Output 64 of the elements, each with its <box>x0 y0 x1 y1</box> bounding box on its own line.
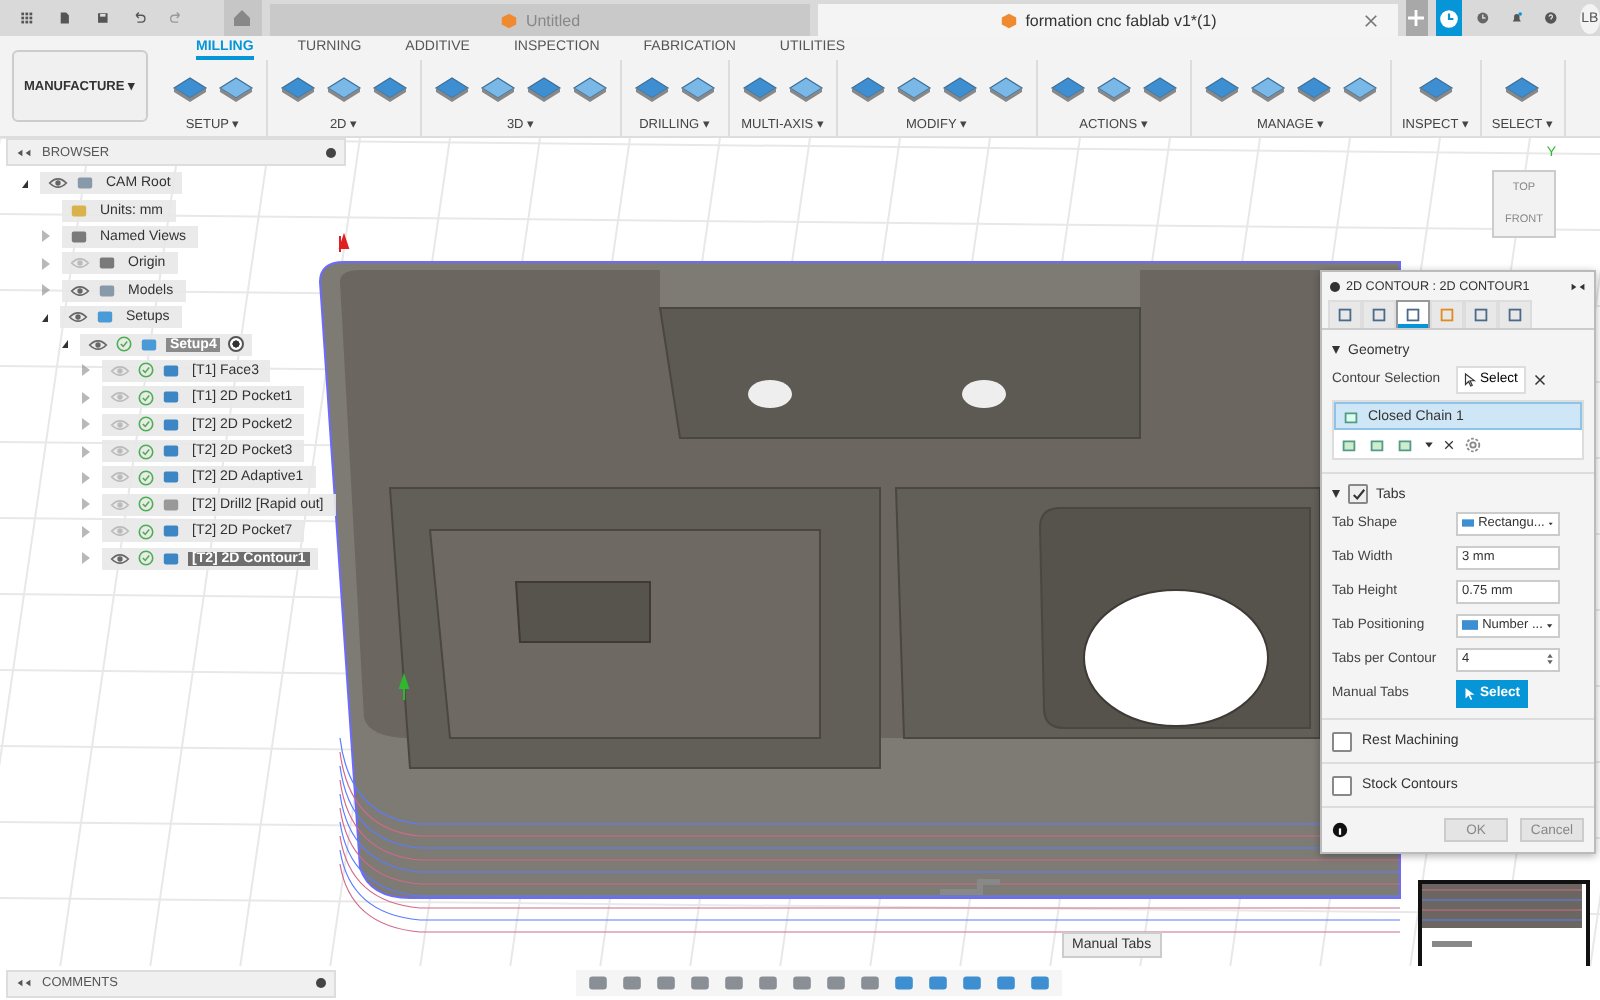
setup-icon <box>140 335 158 354</box>
contour-icon <box>162 549 180 568</box>
cursor-icon <box>1464 685 1476 701</box>
close-icon[interactable] <box>1364 13 1378 27</box>
cursor-icon <box>1464 371 1476 387</box>
document-tab[interactable]: formation cnc fablab v1*(1) <box>818 4 1398 36</box>
expand-icon[interactable] <box>1570 281 1586 291</box>
check-circle-icon <box>138 443 154 460</box>
dialog-tab[interactable] <box>1396 300 1430 328</box>
check-circle-icon <box>138 362 154 379</box>
apps-grid-icon[interactable] <box>20 8 34 28</box>
caret-icon <box>1546 621 1554 629</box>
check-circle-icon <box>138 523 154 540</box>
check-circle-icon <box>138 416 154 433</box>
eye-icon[interactable] <box>68 310 88 325</box>
clear-icon[interactable] <box>1533 373 1546 385</box>
face-icon <box>162 361 180 380</box>
info-icon[interactable] <box>1332 822 1348 838</box>
check-circle-icon <box>138 496 154 513</box>
shape-icon <box>1462 620 1479 630</box>
section-toggle[interactable] <box>1332 490 1340 498</box>
collapse-icon[interactable] <box>16 147 32 157</box>
dialog-icon <box>1330 281 1340 291</box>
pin-icon[interactable] <box>326 147 336 157</box>
checkbox[interactable] <box>1348 484 1368 504</box>
file-icon[interactable] <box>57 8 72 28</box>
check-circle-icon <box>138 550 154 567</box>
checkbox[interactable] <box>1332 731 1352 751</box>
eye-icon[interactable] <box>48 176 68 191</box>
check-circle-icon <box>138 389 154 406</box>
component-icon <box>98 281 116 300</box>
collapse-icon[interactable] <box>16 978 32 988</box>
help-icon[interactable] <box>1544 8 1558 28</box>
new-tab-button[interactable] <box>1406 0 1428 36</box>
checkbox[interactable] <box>1332 775 1352 795</box>
eye-icon[interactable] <box>110 551 130 566</box>
extension-button[interactable] <box>1435 0 1463 36</box>
setups-icon <box>96 308 114 327</box>
expand-toggle[interactable] <box>62 340 68 349</box>
redo-icon[interactable] <box>170 8 184 28</box>
expand-toggle[interactable] <box>42 313 48 322</box>
check-circle-icon <box>116 336 132 353</box>
clear-icon[interactable] <box>1444 439 1454 449</box>
eye-icon[interactable] <box>88 337 108 352</box>
component-icon <box>76 174 94 193</box>
clock-icon[interactable] <box>1476 8 1491 28</box>
shape-icon <box>1462 518 1475 528</box>
units-icon <box>70 201 88 220</box>
spinner-arrows-icon[interactable] <box>1546 652 1554 666</box>
eye-icon[interactable] <box>70 283 90 298</box>
active-setup-radio[interactable] <box>228 336 245 353</box>
pocket-icon <box>162 522 180 541</box>
plus-icon <box>1408 10 1425 26</box>
section-toggle[interactable] <box>1332 346 1340 354</box>
check-circle-icon <box>138 469 154 486</box>
home-tab[interactable] <box>223 0 262 36</box>
caret-icon[interactable] <box>1424 439 1434 449</box>
pin-icon[interactable] <box>316 978 326 988</box>
undo-icon[interactable] <box>132 8 147 28</box>
home-icon <box>232 8 253 28</box>
expand-toggle[interactable] <box>22 179 28 188</box>
clock-icon <box>1438 7 1461 29</box>
save-icon[interactable] <box>95 8 109 28</box>
settings-icon[interactable] <box>1464 435 1482 453</box>
